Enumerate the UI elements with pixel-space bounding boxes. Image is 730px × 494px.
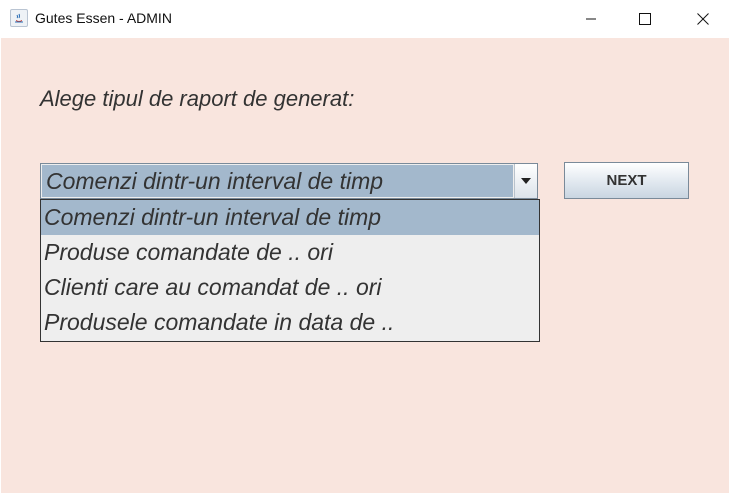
maximize-button[interactable]: [622, 0, 668, 38]
minimize-icon: [586, 18, 596, 20]
dropdown-arrow-button[interactable]: [514, 164, 537, 198]
app-window: Gutes Essen - ADMIN Alege tipul de rapor…: [0, 0, 730, 494]
chevron-down-icon: [521, 178, 531, 184]
close-icon: [697, 13, 709, 25]
selected-report-type[interactable]: Comenzi dintr-un interval de timp: [42, 165, 513, 197]
report-type-select[interactable]: Comenzi dintr-un interval de timp: [40, 163, 538, 199]
option-produse-comandate[interactable]: Produse comandate de .. ori: [41, 235, 539, 270]
title-bar[interactable]: Gutes Essen - ADMIN: [0, 0, 730, 38]
main-panel: Alege tipul de raport de generat: Comenz…: [1, 38, 729, 493]
option-produsele-data[interactable]: Produsele comandate in data de ..: [41, 305, 539, 340]
option-comenzi-interval[interactable]: Comenzi dintr-un interval de timp: [41, 200, 539, 235]
report-type-options: Comenzi dintr-un interval de timp Produs…: [40, 199, 540, 342]
report-type-label: Alege tipul de raport de generat:: [40, 86, 355, 111]
window-title: Gutes Essen - ADMIN: [35, 10, 172, 26]
minimize-button[interactable]: [568, 0, 614, 38]
next-button[interactable]: NEXT: [564, 162, 689, 199]
close-button[interactable]: [680, 0, 726, 38]
maximize-icon: [639, 13, 651, 25]
option-clienti-comandat[interactable]: Clienti care au comandat de .. ori: [41, 270, 539, 305]
java-app-icon: [10, 9, 28, 27]
